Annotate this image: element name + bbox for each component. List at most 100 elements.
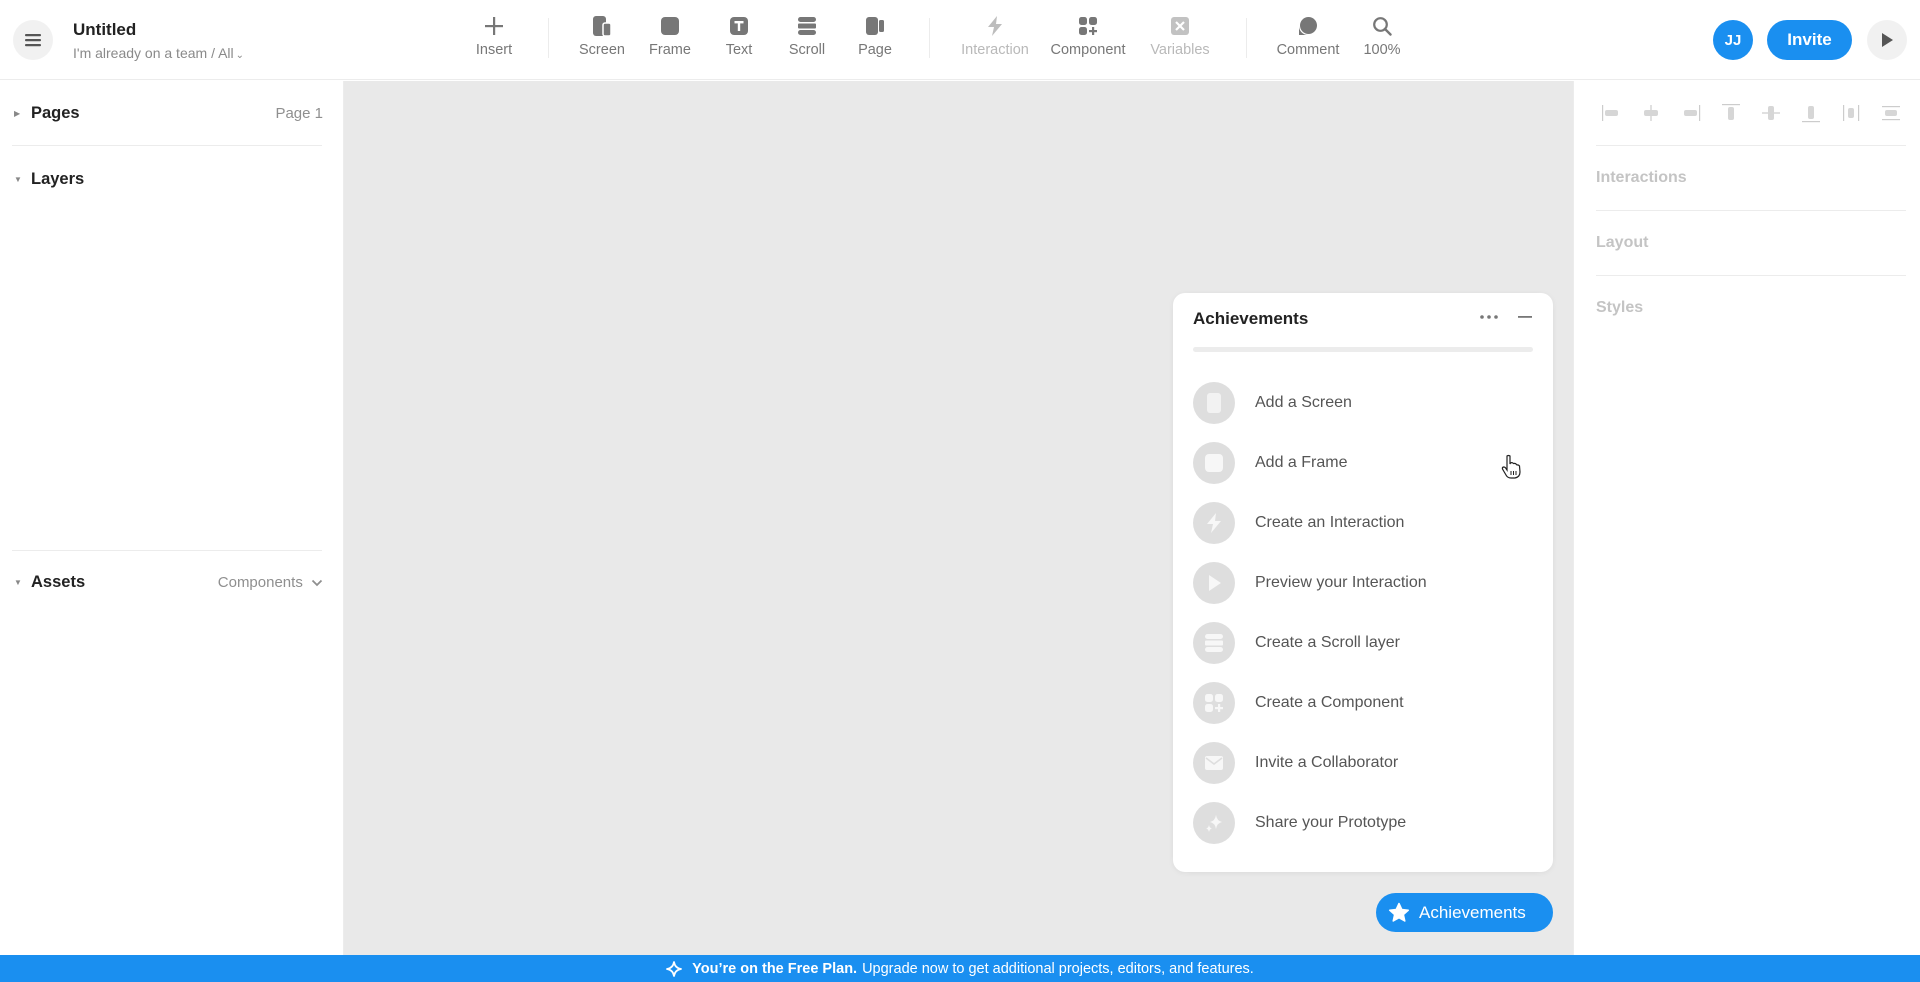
project-breadcrumb[interactable]: I'm already on a team / All ⌄ [73,45,244,61]
user-avatar[interactable]: JJ [1713,20,1753,60]
preview-button[interactable] [1867,20,1907,60]
invite-button[interactable]: Invite [1767,20,1852,60]
chevron-down-icon [311,579,323,586]
hamburger-icon [25,34,41,47]
achievements-more-button[interactable] [1475,307,1503,327]
upgrade-banner[interactable]: You’re on the Free Plan. Upgrade now to … [0,955,1920,982]
pages-section-header[interactable]: ▶ Pages Page 1 [0,98,344,128]
project-breadcrumb-label: I'm already on a team / All [73,45,234,61]
tool-scroll[interactable]: Scroll [781,12,833,68]
more-horizontal-icon [1480,315,1498,319]
section-divider [1596,275,1906,276]
pages-section-title: Pages [31,103,80,122]
achievements-progress-bar [1193,347,1533,352]
mail-icon [1205,756,1223,770]
current-page-label[interactable]: Page 1 [275,105,323,122]
interactions-section-title[interactable]: Interactions [1596,169,1687,187]
achievement-label: Share your Prototype [1255,814,1407,831]
achievement-item[interactable]: Create a Scroll layer [1193,622,1533,664]
tool-screen[interactable]: Screen [574,12,630,68]
assets-section-title: Assets [31,572,86,591]
right-panel: Interactions Layout Styles [1573,81,1920,955]
scroll-icon [798,17,816,35]
achievements-button[interactable]: Achievements [1376,893,1553,932]
tool-insert[interactable]: Insert [469,12,519,68]
align-right-button[interactable] [1676,101,1706,125]
sparkle-icon [1206,815,1222,832]
tool-insert-label: Insert [475,42,513,58]
tool-comment[interactable]: Comment [1270,12,1346,68]
screen-icon [593,16,612,37]
tool-frame[interactable]: Frame [644,12,696,68]
toolbar-divider [929,18,930,58]
align-left-button[interactable] [1596,101,1626,125]
tool-scroll-label: Scroll [788,42,826,58]
tool-text-label: Text [725,42,753,58]
chevron-down-icon: ⌄ [235,50,245,61]
align-center-horizontal-icon [1644,105,1658,121]
component-icon [1205,694,1223,712]
tool-component[interactable]: Component [1045,12,1131,68]
tool-screen-label: Screen [579,42,625,58]
tool-frame-label: Frame [649,42,691,58]
achievement-item[interactable]: Add a Frame [1193,442,1533,484]
align-center-vertical-icon [1762,106,1780,120]
distribute-vertical-button[interactable] [1876,101,1906,125]
lightning-icon [1207,513,1221,533]
achievement-item[interactable]: Add a Screen [1193,382,1533,424]
play-icon [1882,33,1893,47]
assets-filter-label: Components [217,573,303,591]
align-top-button[interactable] [1716,101,1746,125]
layers-section-header[interactable]: ▼ Layers [0,164,344,194]
alignment-toolbar [1596,101,1906,125]
achievement-item[interactable]: Share your Prototype [1193,802,1533,844]
tool-interaction[interactable]: Interaction [955,12,1035,68]
caret-down-icon: ▼ [14,577,22,587]
text-icon [730,17,748,35]
toolbar-divider [548,18,549,58]
distribute-vertical-icon [1882,106,1900,121]
achievement-item[interactable]: Create an Interaction [1193,502,1533,544]
achievement-label: Add a Screen [1255,394,1352,411]
align-bottom-icon [1802,106,1820,123]
achievement-label: Create a Component [1255,694,1404,711]
screen-icon [1207,393,1221,413]
main-menu-button[interactable] [13,20,53,60]
achievement-item[interactable]: Preview your Interaction [1193,562,1533,604]
tool-interaction-label: Interaction [961,42,1029,58]
achievement-label: Add a Frame [1255,454,1348,471]
section-divider [12,550,322,551]
align-center-horizontal-button[interactable] [1636,101,1666,125]
assets-filter-dropdown[interactable]: Components [218,574,323,591]
tool-variables[interactable]: Variables [1144,12,1216,68]
comment-icon [1299,17,1317,35]
minimize-icon [1518,316,1532,318]
achievements-button-label: Achievements [1419,902,1526,922]
tool-page-label: Page [858,42,892,58]
tool-text[interactable]: Text [714,12,764,68]
achievements-minimize-button[interactable] [1513,307,1537,327]
align-bottom-button[interactable] [1796,101,1826,125]
section-divider [1596,210,1906,211]
caret-right-icon: ▶ [14,108,21,118]
tool-comment-label: Comment [1276,42,1340,58]
assets-section-header[interactable]: ▼ Assets Components [0,567,344,597]
document-title[interactable]: Untitled [73,20,136,40]
component-icon [1079,17,1097,35]
layout-section-title[interactable]: Layout [1596,234,1648,252]
achievement-label: Create an Interaction [1255,514,1405,531]
frame-icon [1205,454,1223,472]
section-divider [1596,145,1906,146]
achievement-item[interactable]: Create a Component [1193,682,1533,724]
styles-section-title[interactable]: Styles [1596,299,1643,317]
banner-upgrade-text: Upgrade now to get additional projects, … [862,960,1254,977]
sparkle-icon [666,960,683,977]
section-divider [12,145,322,146]
tool-page[interactable]: Page [850,12,900,68]
tool-zoom[interactable]: 100% [1360,12,1404,68]
achievement-label: Preview your Interaction [1255,574,1427,591]
achievement-item[interactable]: Invite a Collaborator [1193,742,1533,784]
align-center-vertical-button[interactable] [1756,101,1786,125]
achievements-title: Achievements [1193,309,1309,328]
distribute-horizontal-button[interactable] [1836,101,1866,125]
